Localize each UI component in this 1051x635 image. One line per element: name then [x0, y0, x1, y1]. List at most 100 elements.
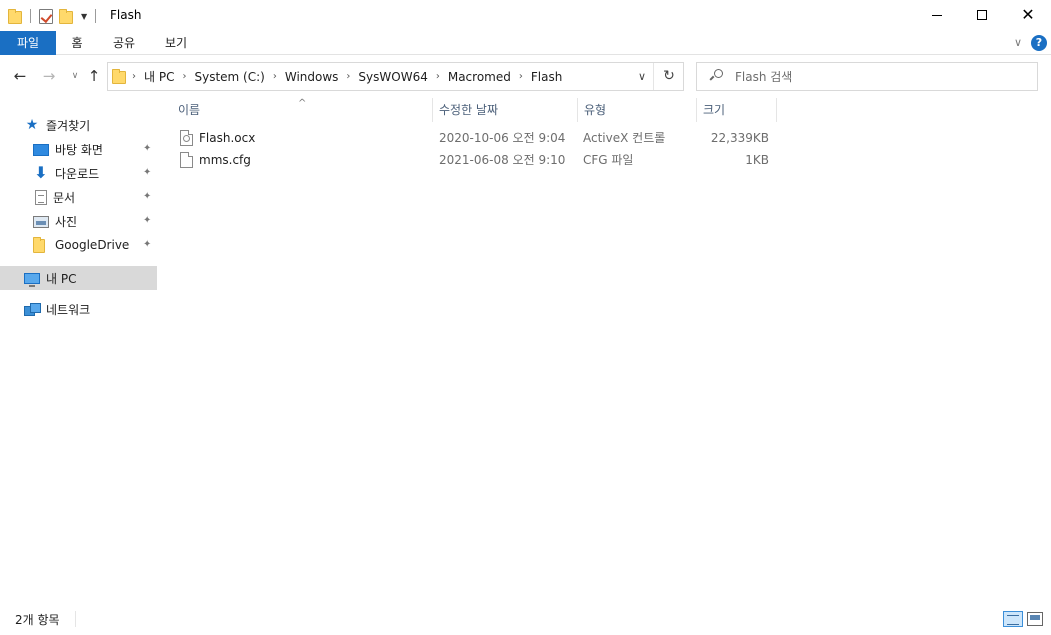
- search-icon: [709, 69, 723, 83]
- breadcrumb: › 내 PC › System (C:) › Windows › SysWOW6…: [132, 63, 562, 90]
- file-row[interactable]: Flash.ocx 2020-10-06 오전 9:04 ActiveX 컨트롤…: [174, 128, 774, 149]
- breadcrumb-macromed[interactable]: Macromed: [448, 70, 511, 84]
- breadcrumb-flash[interactable]: Flash: [531, 70, 562, 84]
- desktop-icon: [33, 144, 49, 156]
- sidebar-item-label: 즐겨찾기: [46, 118, 91, 133]
- breadcrumb-separator-icon[interactable]: ›: [273, 71, 277, 82]
- toolbar-divider: [30, 9, 31, 23]
- status-divider: [75, 611, 76, 627]
- minimize-icon: [932, 14, 942, 16]
- status-bar: 2개 항목: [0, 603, 1051, 635]
- star-icon: ★: [25, 117, 39, 133]
- breadcrumb-windows[interactable]: Windows: [285, 70, 339, 84]
- minimize-button[interactable]: [914, 0, 960, 30]
- column-header-name[interactable]: 이름: [172, 98, 432, 122]
- navigation-bar: ← → ∨ ↑ › 내 PC › System (C:) › Windows ›…: [0, 55, 1051, 98]
- address-history-chevron-icon[interactable]: ∨: [631, 63, 653, 90]
- file-type: ActiveX 컨트롤: [583, 131, 666, 145]
- file-size: 22,339KB: [710, 131, 769, 145]
- tab-view[interactable]: 보기: [156, 31, 196, 55]
- sidebar-item-label: 네트워크: [46, 302, 91, 317]
- search-box[interactable]: [696, 62, 1038, 91]
- sidebar-item-label: 문서: [53, 190, 76, 205]
- column-header-type[interactable]: 유형: [578, 98, 696, 122]
- file-row[interactable]: mms.cfg 2021-06-08 오전 9:10 CFG 파일 1KB: [174, 150, 774, 171]
- folder-icon: [112, 69, 126, 84]
- help-icon[interactable]: ?: [1031, 35, 1047, 51]
- up-arrow-icon[interactable]: ↑: [85, 67, 103, 85]
- window-title: Flash: [110, 8, 142, 22]
- details-view-icon[interactable]: [1003, 611, 1023, 627]
- sidebar-item-network[interactable]: 네트워크: [0, 297, 157, 321]
- refresh-icon[interactable]: ↻: [658, 63, 680, 90]
- expand-ribbon-chevron-icon[interactable]: ∨: [1010, 33, 1026, 53]
- file-list: ^ 이름 수정한 날짜 유형 크기 Flash.ocx 2020-10-06 오…: [158, 98, 1051, 603]
- network-icon: [24, 303, 41, 316]
- pin-icon: ✦: [143, 191, 152, 202]
- computer-icon: [24, 273, 40, 287]
- sidebar-item-pictures[interactable]: 사진 ✦: [0, 209, 157, 233]
- navigation-pane: ★ 즐겨찾기 바탕 화면 ✦ ⬇ 다운로드 ✦ 문서 ✦ 사진 ✦ Google…: [0, 98, 158, 603]
- pictures-icon: [33, 216, 49, 228]
- properties-icon[interactable]: [39, 8, 53, 24]
- breadcrumb-system-drive[interactable]: System (C:): [194, 70, 264, 84]
- folder-icon: [33, 237, 49, 253]
- download-icon: ⬇: [34, 163, 48, 182]
- breadcrumb-separator-icon[interactable]: ›: [519, 71, 523, 82]
- search-input[interactable]: [735, 63, 1025, 90]
- maximize-icon: [977, 10, 987, 20]
- address-divider: [653, 63, 654, 90]
- tab-share[interactable]: 공유: [104, 31, 144, 55]
- pin-icon: ✦: [143, 215, 152, 226]
- breadcrumb-syswow64[interactable]: SysWOW64: [358, 70, 427, 84]
- pin-icon: ✦: [143, 239, 152, 250]
- column-header-modified[interactable]: 수정한 날짜: [433, 98, 577, 122]
- column-header-size[interactable]: 크기: [697, 98, 776, 122]
- breadcrumb-this-pc[interactable]: 내 PC: [144, 68, 174, 85]
- maximize-button[interactable]: [959, 0, 1005, 30]
- file-name: Flash.ocx: [199, 131, 256, 145]
- pin-icon: ✦: [143, 143, 152, 154]
- file-modified: 2021-06-08 오전 9:10: [439, 153, 566, 167]
- sidebar-item-downloads[interactable]: ⬇ 다운로드 ✦: [0, 161, 157, 185]
- sidebar-item-documents[interactable]: 문서 ✦: [0, 185, 157, 209]
- back-arrow-icon[interactable]: ←: [11, 67, 29, 85]
- column-divider[interactable]: [776, 98, 777, 122]
- sidebar-item-label: GoogleDrive: [55, 238, 130, 252]
- breadcrumb-separator-icon[interactable]: ›: [436, 71, 440, 82]
- breadcrumb-separator-icon[interactable]: ›: [182, 71, 186, 82]
- address-bar[interactable]: › 내 PC › System (C:) › Windows › SysWOW6…: [107, 62, 684, 91]
- new-folder-icon[interactable]: [59, 8, 73, 24]
- sidebar-item-this-pc[interactable]: 내 PC: [0, 266, 157, 290]
- documents-icon: [35, 189, 47, 205]
- close-icon: ✕: [1021, 5, 1035, 24]
- file-name: mms.cfg: [199, 153, 251, 167]
- file-icon: [180, 152, 193, 168]
- sidebar-item-googledrive[interactable]: GoogleDrive ✦: [0, 233, 157, 257]
- sidebar-item-quick-access[interactable]: ★ 즐겨찾기: [24, 113, 157, 137]
- activex-file-icon: [180, 130, 193, 146]
- quick-access-toolbar: ▼: [8, 6, 97, 26]
- file-type: CFG 파일: [583, 153, 634, 167]
- customize-toolbar-chevron-icon[interactable]: ▼: [81, 12, 87, 21]
- large-icons-view-icon[interactable]: [1027, 612, 1043, 626]
- tab-file[interactable]: 파일: [0, 31, 56, 55]
- close-button[interactable]: ✕: [1005, 0, 1051, 30]
- recent-locations-chevron-icon[interactable]: ∨: [66, 67, 84, 85]
- folder-icon[interactable]: [8, 8, 22, 24]
- forward-arrow-icon[interactable]: →: [40, 67, 58, 85]
- sidebar-item-label: 다운로드: [55, 166, 100, 181]
- sidebar-item-label: 바탕 화면: [55, 142, 103, 157]
- sidebar-item-desktop[interactable]: 바탕 화면 ✦: [0, 137, 157, 161]
- ribbon-tabs: 파일 홈 공유 보기 ∨ ?: [0, 31, 1051, 55]
- tab-home[interactable]: 홈: [64, 31, 90, 55]
- toolbar-divider: [95, 9, 97, 23]
- item-count: 2개 항목: [15, 613, 60, 627]
- breadcrumb-separator-icon[interactable]: ›: [132, 71, 136, 82]
- breadcrumb-separator-icon[interactable]: ›: [346, 71, 350, 82]
- sidebar-item-label: 내 PC: [46, 271, 77, 286]
- sidebar-item-label: 사진: [55, 214, 78, 229]
- file-modified: 2020-10-06 오전 9:04: [439, 131, 566, 145]
- file-size: 1KB: [745, 153, 769, 167]
- title-bar: ▼ Flash ✕: [0, 0, 1051, 31]
